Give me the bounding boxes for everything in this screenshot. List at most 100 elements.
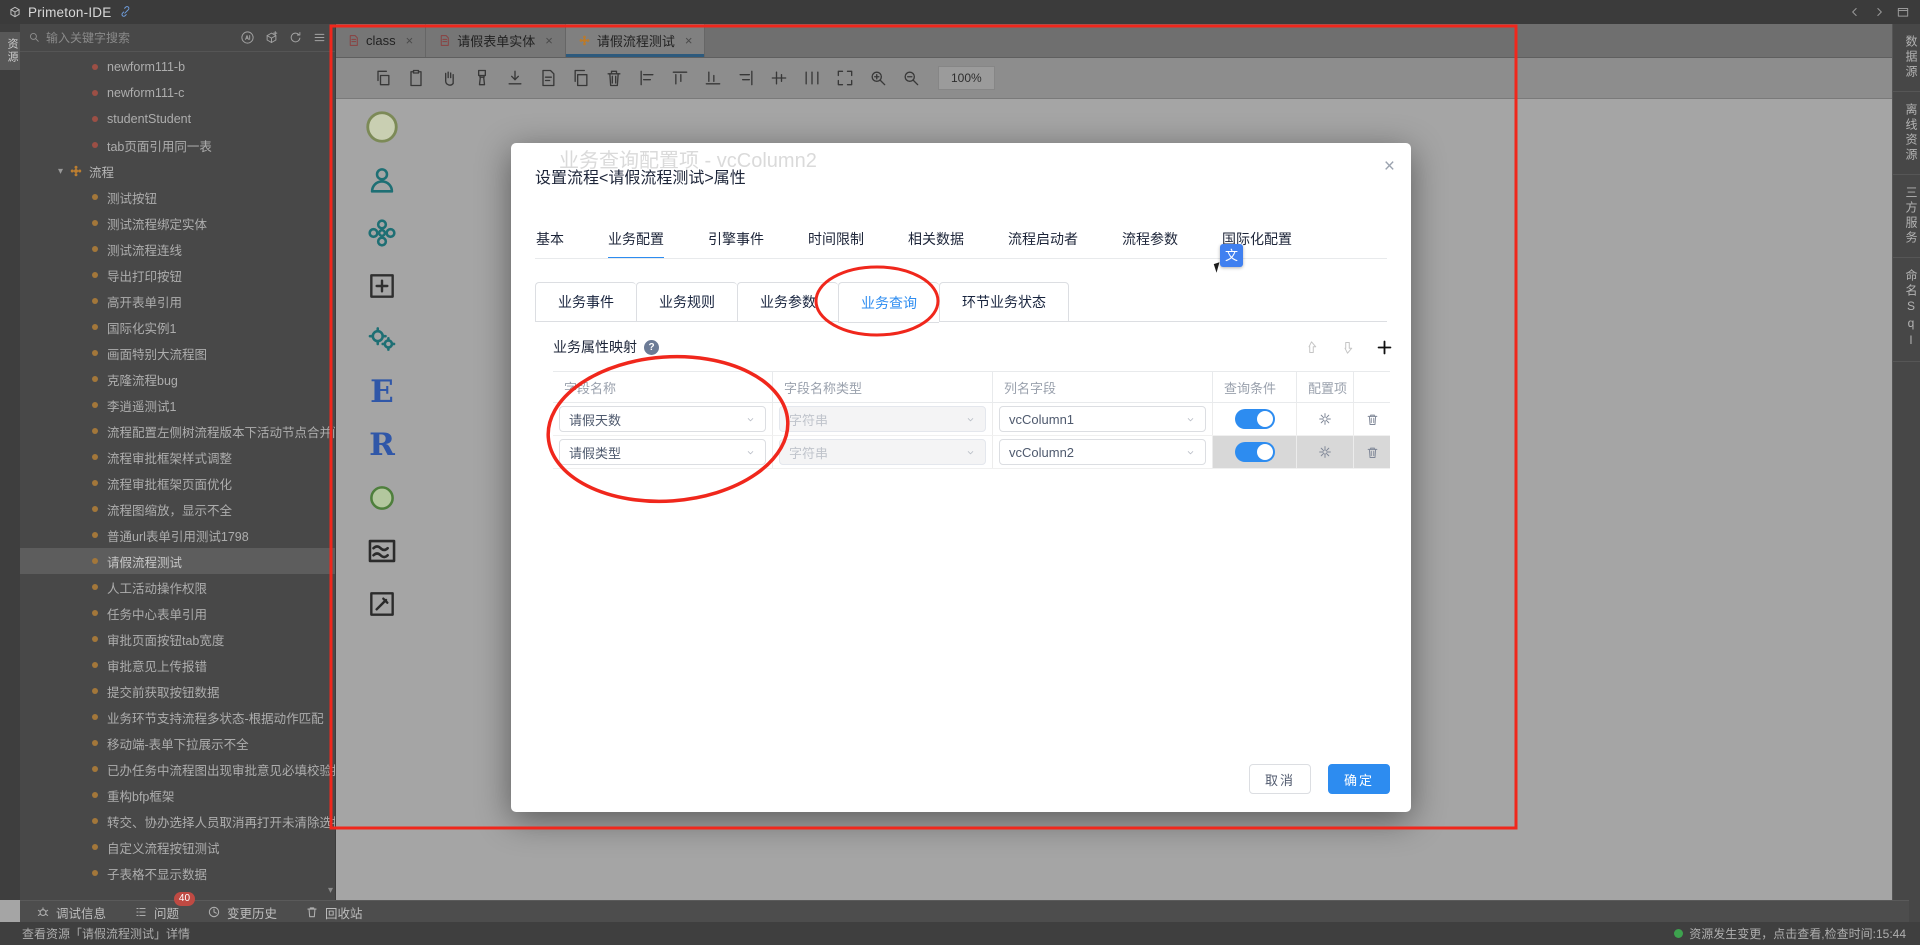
move-up-icon[interactable] bbox=[1303, 339, 1320, 356]
settings-icon[interactable] bbox=[1317, 411, 1333, 427]
query-condition-toggle[interactable] bbox=[1235, 409, 1275, 429]
tree-item[interactable]: 移动端-表单下拉展示不全 bbox=[20, 730, 335, 756]
trash-icon[interactable] bbox=[1365, 412, 1380, 427]
dialog-tab[interactable]: 流程启动者 bbox=[1008, 229, 1078, 259]
link-icon[interactable] bbox=[119, 5, 133, 19]
close-icon[interactable]: × bbox=[685, 33, 693, 48]
fit-screen-icon[interactable] bbox=[835, 68, 855, 88]
field-name-select[interactable]: 请假类型 bbox=[559, 439, 766, 465]
align-bottom-icon[interactable] bbox=[703, 68, 723, 88]
align-left-icon[interactable] bbox=[637, 68, 657, 88]
editor-tab[interactable]: class× bbox=[335, 24, 426, 57]
dialog-tab[interactable]: 业务配置 bbox=[608, 229, 664, 259]
field-type-select[interactable]: 字符串 bbox=[779, 439, 986, 465]
tree-item[interactable]: tab页面引用同一表 bbox=[20, 132, 335, 158]
refresh-icon[interactable] bbox=[288, 30, 303, 45]
gears-icon[interactable] bbox=[363, 320, 401, 358]
dialog-tab[interactable]: 流程参数 bbox=[1122, 229, 1178, 259]
help-icon[interactable] bbox=[644, 340, 659, 355]
tree-item[interactable]: 测试流程绑定实体 bbox=[20, 210, 335, 236]
dock-tab[interactable]: 离线资源 bbox=[1893, 92, 1920, 175]
align-top-icon[interactable] bbox=[670, 68, 690, 88]
dialog-subtab[interactable]: 业务参数 bbox=[737, 282, 838, 322]
add-row-icon[interactable] bbox=[1375, 338, 1394, 357]
align-right-icon[interactable] bbox=[736, 68, 756, 88]
bottom-tool[interactable]: 变更历史 bbox=[207, 903, 277, 922]
dock-tab[interactable]: 数据源 bbox=[1893, 24, 1920, 92]
tree-item[interactable]: 克隆流程bug bbox=[20, 366, 335, 392]
letter-e-icon[interactable]: E bbox=[363, 373, 401, 411]
chevron-left-icon[interactable] bbox=[1848, 5, 1862, 19]
copy-icon[interactable] bbox=[373, 68, 393, 88]
dialog-subtab[interactable]: 环节业务状态 bbox=[939, 282, 1069, 322]
translate-icon[interactable] bbox=[1220, 244, 1243, 267]
dock-tab[interactable]: 命名Sql bbox=[1893, 258, 1920, 362]
zoom-in-icon[interactable] bbox=[868, 68, 888, 88]
letter-r-icon[interactable]: R bbox=[363, 426, 401, 464]
bottom-tool[interactable]: 回收站 bbox=[305, 903, 363, 922]
tree-item[interactable]: 提交前获取按钮数据 bbox=[20, 678, 335, 704]
tree-item[interactable]: 子表格不显示数据 bbox=[20, 860, 335, 886]
tree-item[interactable]: 审批意见上传报错 bbox=[20, 652, 335, 678]
caret-down-icon[interactable]: ▾ bbox=[58, 166, 63, 177]
move-down-icon[interactable] bbox=[1339, 339, 1356, 356]
tree-item[interactable]: newform111-c bbox=[20, 80, 335, 106]
tree-item[interactable]: 流程审批框架样式调整 bbox=[20, 444, 335, 470]
column-field-select[interactable]: vcColumn1 bbox=[999, 406, 1206, 432]
align-middle-icon[interactable] bbox=[769, 68, 789, 88]
tree-item[interactable]: 审批页面按钮tab宽度 bbox=[20, 626, 335, 652]
flower-node-icon[interactable] bbox=[363, 214, 401, 252]
clipboard-icon[interactable] bbox=[406, 68, 426, 88]
tree-item[interactable]: 重构bfp框架 bbox=[20, 782, 335, 808]
zoom-out-icon[interactable] bbox=[901, 68, 921, 88]
tree-item[interactable]: 高开表单引用 bbox=[20, 288, 335, 314]
bottom-tool[interactable]: 问题40 bbox=[134, 903, 179, 922]
ellipse-node-icon[interactable] bbox=[363, 108, 401, 146]
tree-item[interactable]: 流程图缩放，显示不全 bbox=[20, 496, 335, 522]
tree-item[interactable]: 流程审批框架页面优化 bbox=[20, 470, 335, 496]
add-model-icon[interactable] bbox=[264, 30, 279, 45]
trash-icon[interactable] bbox=[1365, 445, 1380, 460]
tree-item[interactable]: studentStudent bbox=[20, 106, 335, 132]
tree-item[interactable]: 任务中心表单引用 bbox=[20, 600, 335, 626]
resources-strip-tab[interactable]: 资源 bbox=[0, 32, 20, 70]
user-task-icon[interactable] bbox=[363, 161, 401, 199]
distribute-icon[interactable] bbox=[802, 68, 822, 88]
close-icon[interactable]: × bbox=[1384, 157, 1395, 176]
note-icon[interactable] bbox=[363, 585, 401, 623]
tree-item[interactable]: 自定义流程按钮测试 bbox=[20, 834, 335, 860]
bottom-tool[interactable]: 调试信息 bbox=[36, 903, 106, 922]
tree-item[interactable]: 国际化实例1 bbox=[20, 314, 335, 340]
tree-item[interactable]: 业务环节支持流程多状态-根据动作匹配 bbox=[20, 704, 335, 730]
field-type-select[interactable]: 字符串 bbox=[779, 406, 986, 432]
tree-item[interactable]: 已办任务中流程图出现审批意见必填校验提示 bbox=[20, 756, 335, 782]
delete-icon[interactable] bbox=[604, 68, 624, 88]
close-icon[interactable]: × bbox=[406, 33, 414, 48]
cancel-button[interactable]: 取消 bbox=[1249, 764, 1311, 794]
duplicate-icon[interactable] bbox=[571, 68, 591, 88]
tree-item[interactable]: 请假流程测试 bbox=[20, 548, 335, 574]
dialog-tab[interactable]: 时间限制 bbox=[808, 229, 864, 259]
dialog-subtab[interactable]: 业务规则 bbox=[636, 282, 737, 322]
window-icon[interactable] bbox=[1896, 5, 1910, 19]
field-name-select[interactable]: 请假天数 bbox=[559, 406, 766, 432]
tree-item[interactable]: newform111-b bbox=[20, 54, 335, 80]
document-icon[interactable] bbox=[538, 68, 558, 88]
dialog-subtab[interactable]: 业务事件 bbox=[535, 282, 636, 322]
column-field-select[interactable]: vcColumn2 bbox=[999, 439, 1206, 465]
ok-button[interactable]: 确定 bbox=[1328, 764, 1390, 794]
dialog-tab[interactable]: 基本 bbox=[536, 229, 564, 259]
dialog-tab[interactable]: 引擎事件 bbox=[708, 229, 764, 259]
paint-brush-icon[interactable] bbox=[472, 68, 492, 88]
search-input[interactable]: 输入关键字搜索 bbox=[46, 29, 130, 46]
dialog-subtab[interactable]: 业务查询 bbox=[838, 282, 939, 323]
waves-icon[interactable] bbox=[363, 532, 401, 570]
close-icon[interactable]: × bbox=[545, 33, 553, 48]
tree-parent-item[interactable]: ▾流程 bbox=[20, 158, 335, 184]
dock-tab[interactable]: 三方服务 bbox=[1893, 175, 1920, 258]
zoom-level[interactable]: 100% bbox=[938, 66, 995, 90]
download-icon[interactable] bbox=[505, 68, 525, 88]
tree-item[interactable]: 导出打印按钮 bbox=[20, 262, 335, 288]
editor-tab[interactable]: 请假表单实体× bbox=[426, 24, 566, 57]
tree-item[interactable]: 普通url表单引用测试1798 bbox=[20, 522, 335, 548]
